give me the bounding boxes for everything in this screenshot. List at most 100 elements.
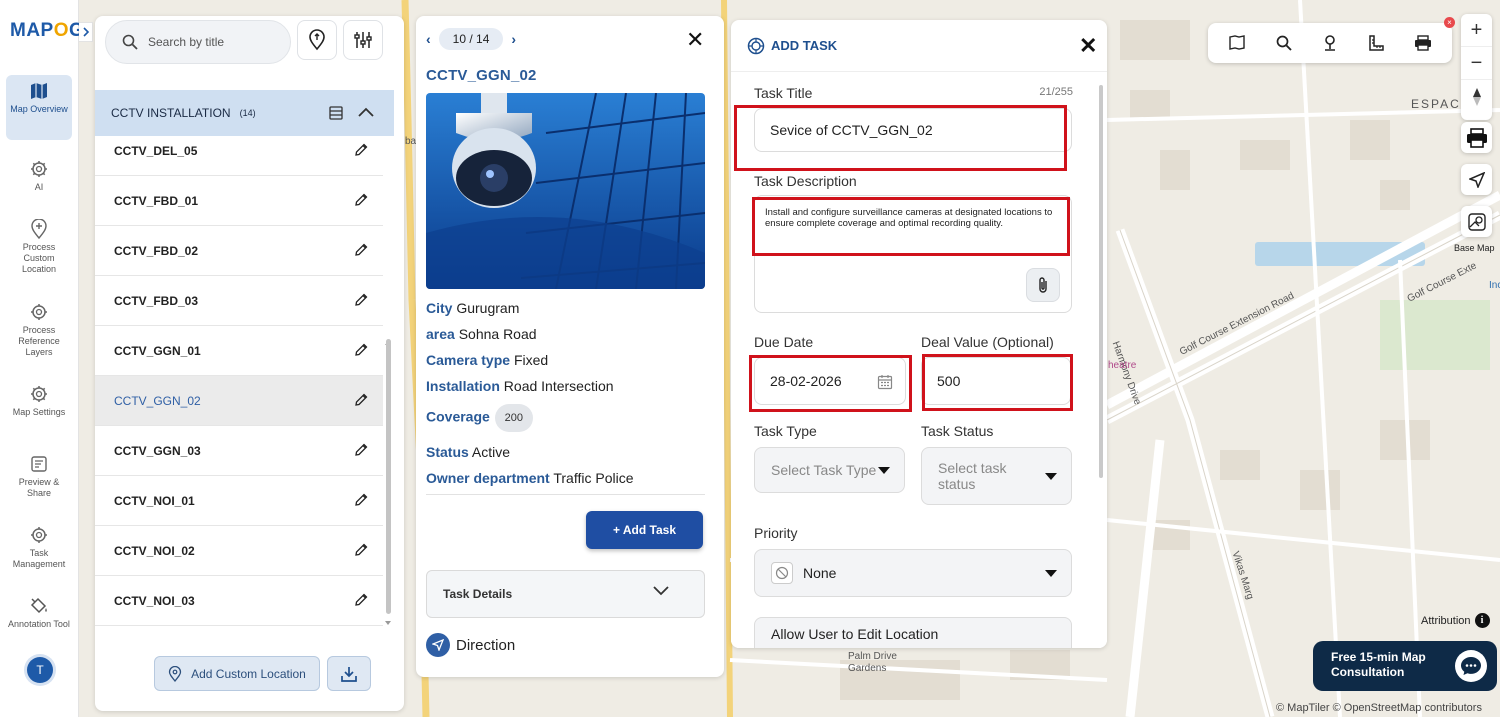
list-item[interactable]: CCTV_GGN_01 [95,326,383,376]
zoom-out-button[interactable]: − [1461,47,1492,80]
edit-pencil-icon[interactable] [353,542,369,558]
task-title-input[interactable] [755,122,1071,138]
navigation-arrow-icon [1468,171,1485,188]
list-item[interactable]: CCTV_GGN_03 [95,426,383,476]
map-book-icon[interactable] [1226,32,1248,54]
edit-pencil-icon[interactable] [353,142,369,158]
list-item[interactable]: CCTV_FBD_01 [95,176,383,226]
layers-gear-icon [29,302,49,322]
nav-annotation-tool[interactable]: Annotation Tool [6,590,72,630]
add-task-title: ADD TASK [771,38,838,53]
direction-link[interactable]: Direction [426,633,515,657]
ruler-icon[interactable] [1365,32,1387,54]
nav-process-custom-location[interactable]: Process Custom Location [6,213,72,275]
close-icon[interactable]: ✕ [1079,35,1097,57]
add-task-button[interactable]: + Add Task [586,511,703,549]
pin-icon[interactable] [1319,32,1341,54]
base-map-label: Base Map [1454,243,1495,253]
nav-label: Task Management [12,548,66,569]
chat-bubble-icon [1455,650,1487,682]
zoom-in-button[interactable]: + [1461,14,1492,47]
attribution-toggle[interactable]: Attribution i [1421,613,1490,628]
layer-group-header[interactable]: CCTV INSTALLATION (14) [95,90,394,136]
compass-button[interactable] [1461,80,1492,113]
list-item[interactable]: CCTV_FBD_03 [95,276,383,326]
rail-toggle-button[interactable] [79,22,93,42]
zoom-control: + − [1461,14,1492,120]
deal-value-input[interactable] [922,373,1070,389]
table-icon[interactable] [329,106,343,120]
nav-ai[interactable]: AI [6,153,72,193]
print-map-button[interactable] [1461,122,1492,153]
prev-arrow-icon[interactable]: ‹ [426,31,431,47]
task-status-select[interactable]: Select task status [921,447,1072,505]
nav-rail: MAPOG Map Overview AI Process Custom Loc… [0,0,84,717]
nav-task-management[interactable]: Task Management [6,519,72,570]
notification-badge[interactable]: × [1444,17,1455,28]
locate-button[interactable] [1461,164,1492,195]
nav-map-settings[interactable]: Map Settings [6,378,72,418]
allow-edit-location-option[interactable]: Allow User to Edit Location [754,617,1072,648]
attr-owner-department: Owner department Traffic Police [426,470,634,486]
map-copyright: © MapTiler © OpenStreetMap contributors [1276,702,1482,714]
task-description-text[interactable]: Install and configure surveillance camer… [765,207,1071,229]
form-scrollbar[interactable] [1099,85,1103,478]
list-item[interactable]: CCTV_DEL_05 [95,136,383,176]
task-type-select[interactable]: Select Task Type [754,447,905,493]
feature-detail-panel: ‹ 10 / 14 › ✕ CCTV_GGN_02 City Gurugram … [416,16,724,677]
base-map-button[interactable] [1461,206,1492,237]
priority-select[interactable]: None [754,549,1072,597]
task-title-field[interactable] [754,108,1072,152]
filter-settings-button[interactable] [343,20,383,60]
task-details-accordion[interactable]: Task Details [426,570,705,618]
attr-city: City Gurugram [426,300,520,316]
nav-preview-share[interactable]: Preview & Share [6,448,72,499]
list-scrollbar-thumb[interactable] [386,339,391,614]
list-item[interactable]: CCTV_NOI_01 [95,476,383,526]
location-filter-button[interactable] [297,20,337,60]
list-item-selected[interactable]: CCTV_GGN_02 [95,376,383,426]
chevron-up-icon[interactable] [358,106,374,118]
search-icon[interactable] [1273,32,1295,54]
list-item[interactable]: CCTV_NOI_02 [95,526,383,576]
consultation-chat-widget[interactable]: Free 15-min Map Consultation [1313,641,1497,691]
edit-pencil-icon[interactable] [353,292,369,308]
print-icon[interactable] [1412,32,1434,54]
edit-pencil-icon[interactable] [353,492,369,508]
list-item[interactable]: CCTV_FBD_02 [95,226,383,276]
edit-pencil-icon[interactable] [353,392,369,408]
nav-label: Process Reference Layers [18,325,60,357]
app-logo[interactable]: MAPOG [10,20,84,42]
gear-icon [29,384,49,404]
attr-area: area Sohna Road [426,326,537,342]
nav-label: AI [34,182,44,192]
edit-pencil-icon[interactable] [353,192,369,208]
printer-icon [1466,127,1487,148]
add-task-header: ADD TASK ✕ [731,20,1107,72]
close-icon[interactable]: ✕ [686,29,704,51]
edit-pencil-icon[interactable] [353,342,369,358]
due-date-field[interactable] [754,357,906,405]
edit-pencil-icon[interactable] [353,592,369,608]
user-avatar[interactable]: T [27,657,53,683]
search-input[interactable] [148,35,278,49]
location-plus-icon [29,219,49,239]
nav-process-reference-layers[interactable]: Process Reference Layers [6,296,72,358]
list-item[interactable]: CCTV_NOI_03 [95,576,383,626]
attach-button[interactable] [1026,268,1060,302]
edit-pencil-icon[interactable] [353,442,369,458]
task-title-label: Task Title [754,85,813,101]
scroll-down-icon[interactable] [384,620,392,626]
next-arrow-icon[interactable]: › [511,31,516,47]
sliders-icon [354,32,372,48]
edit-pencil-icon[interactable] [353,242,369,258]
nav-label: Preview & Share [18,477,60,498]
download-button[interactable] [327,656,371,691]
task-title-counter: 21/255 [1039,86,1073,98]
search-box[interactable] [105,20,291,64]
add-custom-location-button[interactable]: Add Custom Location [154,656,320,691]
deal-value-field[interactable] [921,357,1071,405]
compass-icon [1472,87,1481,106]
nav-map-overview[interactable]: Map Overview [6,75,72,140]
calendar-icon[interactable] [877,374,893,390]
